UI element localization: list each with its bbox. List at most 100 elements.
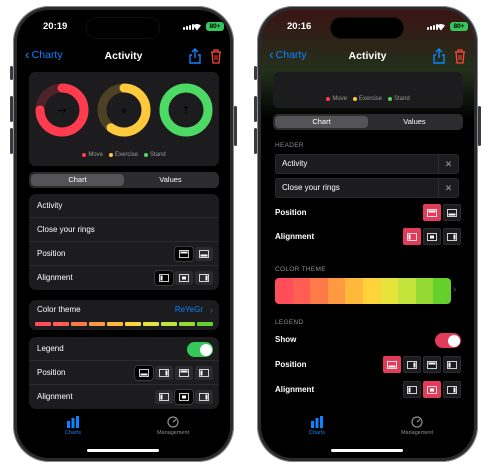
legend-alignment-row: Alignment bbox=[275, 380, 461, 400]
legend-dot bbox=[326, 97, 331, 101]
legend-show-toggle[interactable] bbox=[435, 333, 461, 348]
gauge-icon bbox=[411, 416, 423, 428]
layout-right-icon bbox=[159, 369, 169, 377]
chart-preview: → » ↑ Move Exercise Stand bbox=[29, 72, 219, 166]
legend-show-label: Show bbox=[275, 335, 297, 344]
color-theme-strip bbox=[35, 322, 213, 326]
legend-pos-top-option[interactable] bbox=[175, 366, 193, 380]
legend-alignment-picker bbox=[155, 390, 213, 404]
header-position-label: Position bbox=[37, 249, 66, 258]
legend-alignment-label: Alignment bbox=[275, 385, 315, 394]
layout-top-icon bbox=[179, 369, 189, 377]
align-trailing-option[interactable] bbox=[443, 228, 461, 245]
color-theme-value: ReYeGr bbox=[174, 305, 203, 314]
layout-top-icon bbox=[427, 360, 437, 369]
tab-charts[interactable]: Charts bbox=[43, 416, 103, 436]
theme-swatch bbox=[89, 322, 105, 326]
color-theme-bar[interactable] bbox=[275, 278, 451, 304]
legend-dot bbox=[388, 97, 392, 101]
header-alignment-label: Alignment bbox=[275, 232, 315, 241]
left-phone-frame: 20:19 80+ ‹ Charty Activity → » ↑ Move Exer… bbox=[10, 6, 237, 462]
legend-alignment-row: Alignment bbox=[29, 385, 219, 409]
legend-pos-leading-option[interactable] bbox=[195, 366, 213, 380]
segment-values[interactable]: Values bbox=[368, 116, 461, 128]
legend-pos-bottom-option[interactable] bbox=[135, 366, 153, 380]
tab-charts[interactable]: Charts bbox=[287, 416, 347, 436]
clear-icon[interactable]: ✕ bbox=[438, 179, 458, 197]
theme-swatch bbox=[362, 278, 381, 304]
align-leading-option[interactable] bbox=[403, 228, 421, 245]
position-bottom-option[interactable] bbox=[443, 204, 461, 221]
home-indicator bbox=[87, 449, 159, 452]
segment-values[interactable]: Values bbox=[124, 174, 217, 186]
title-field[interactable]: Activity bbox=[29, 194, 219, 218]
position-bottom-option[interactable] bbox=[195, 247, 213, 261]
share-icon[interactable] bbox=[432, 48, 446, 64]
theme-swatch bbox=[292, 278, 311, 304]
legend-align-center-option[interactable] bbox=[423, 381, 441, 398]
title-field-value: Activity bbox=[282, 159, 308, 168]
legend-position-label: Position bbox=[37, 368, 66, 377]
legend-align-leading-option[interactable] bbox=[155, 390, 173, 404]
legend-toggle[interactable] bbox=[187, 342, 213, 357]
power-button bbox=[478, 106, 481, 146]
legend-pos-trailing-option[interactable] bbox=[403, 356, 421, 373]
align-center-icon bbox=[427, 385, 437, 394]
header-position-picker bbox=[423, 204, 461, 221]
title-field[interactable]: Activity ✕ bbox=[275, 154, 459, 174]
legend-show-row: Show bbox=[275, 330, 461, 350]
align-leading-option[interactable] bbox=[155, 271, 173, 285]
align-center-option[interactable] bbox=[175, 271, 193, 285]
align-right-icon bbox=[199, 393, 209, 401]
legend-align-trailing-option[interactable] bbox=[443, 381, 461, 398]
layout-bottom-icon bbox=[387, 360, 397, 369]
segment-chart[interactable]: Chart bbox=[31, 174, 124, 186]
legend-position-picker bbox=[135, 366, 213, 380]
theme-swatch bbox=[415, 278, 434, 304]
layout-top-icon bbox=[427, 208, 437, 217]
right-phone-frame: 20:16 80+ ‹ Charty Activity Move Exercise… bbox=[254, 6, 481, 462]
preview-legend: Move Exercise Stand bbox=[29, 152, 219, 158]
align-center-option[interactable] bbox=[423, 228, 441, 245]
legend-pos-bottom-option[interactable] bbox=[383, 356, 401, 373]
tab-management[interactable]: Management bbox=[143, 416, 203, 436]
layout-right-icon bbox=[407, 360, 417, 369]
layout-left-icon bbox=[447, 360, 457, 369]
tab-management-label: Management bbox=[400, 430, 434, 436]
color-theme-section-heading: COLOR THEME bbox=[275, 266, 326, 273]
navigation-bar: ‹ Charty Activity bbox=[17, 46, 230, 68]
trash-icon[interactable] bbox=[210, 48, 222, 64]
legend-entry-move: Move bbox=[82, 152, 103, 158]
trash-icon[interactable] bbox=[454, 48, 466, 64]
subtitle-field-value: Close your rings bbox=[282, 183, 340, 192]
layout-bottom-icon bbox=[447, 208, 457, 217]
align-left-icon bbox=[407, 385, 417, 394]
subtitle-field[interactable]: Close your rings bbox=[29, 218, 219, 242]
segment-chart[interactable]: Chart bbox=[275, 116, 368, 128]
legend-position-row: Position bbox=[275, 355, 461, 375]
legend-pos-trailing-option[interactable] bbox=[155, 366, 173, 380]
left-screen: 20:19 80+ ‹ Charty Activity → » ↑ Move Exer… bbox=[17, 10, 230, 458]
theme-swatch bbox=[327, 278, 346, 304]
position-top-option[interactable] bbox=[423, 204, 441, 221]
toggle-knob bbox=[447, 334, 460, 347]
theme-swatch bbox=[380, 278, 399, 304]
legend-align-center-option[interactable] bbox=[175, 390, 193, 404]
volume-up-button bbox=[254, 96, 257, 122]
subtitle-field[interactable]: Close your rings ✕ bbox=[275, 178, 459, 198]
legend-align-trailing-option[interactable] bbox=[195, 390, 213, 404]
align-trailing-option[interactable] bbox=[195, 271, 213, 285]
ring-exercise-glyph-icon: » bbox=[121, 104, 128, 117]
share-icon[interactable] bbox=[188, 48, 202, 64]
screenshot-stage: 20:19 80+ ‹ Charty Activity → » ↑ Move Exer… bbox=[0, 0, 488, 471]
clear-icon[interactable]: ✕ bbox=[438, 155, 458, 173]
legend-pos-leading-option[interactable] bbox=[443, 356, 461, 373]
legend-pos-top-option[interactable] bbox=[423, 356, 441, 373]
header-alignment-row: Alignment bbox=[29, 266, 219, 290]
tab-management[interactable]: Management bbox=[387, 416, 447, 436]
chart-values-segmented-control: Chart Values bbox=[29, 172, 219, 188]
position-top-option[interactable] bbox=[175, 247, 193, 261]
legend-align-leading-option[interactable] bbox=[403, 381, 421, 398]
theme-swatch bbox=[35, 322, 51, 326]
color-theme-row[interactable]: Color theme ReYeGr › bbox=[29, 300, 219, 330]
